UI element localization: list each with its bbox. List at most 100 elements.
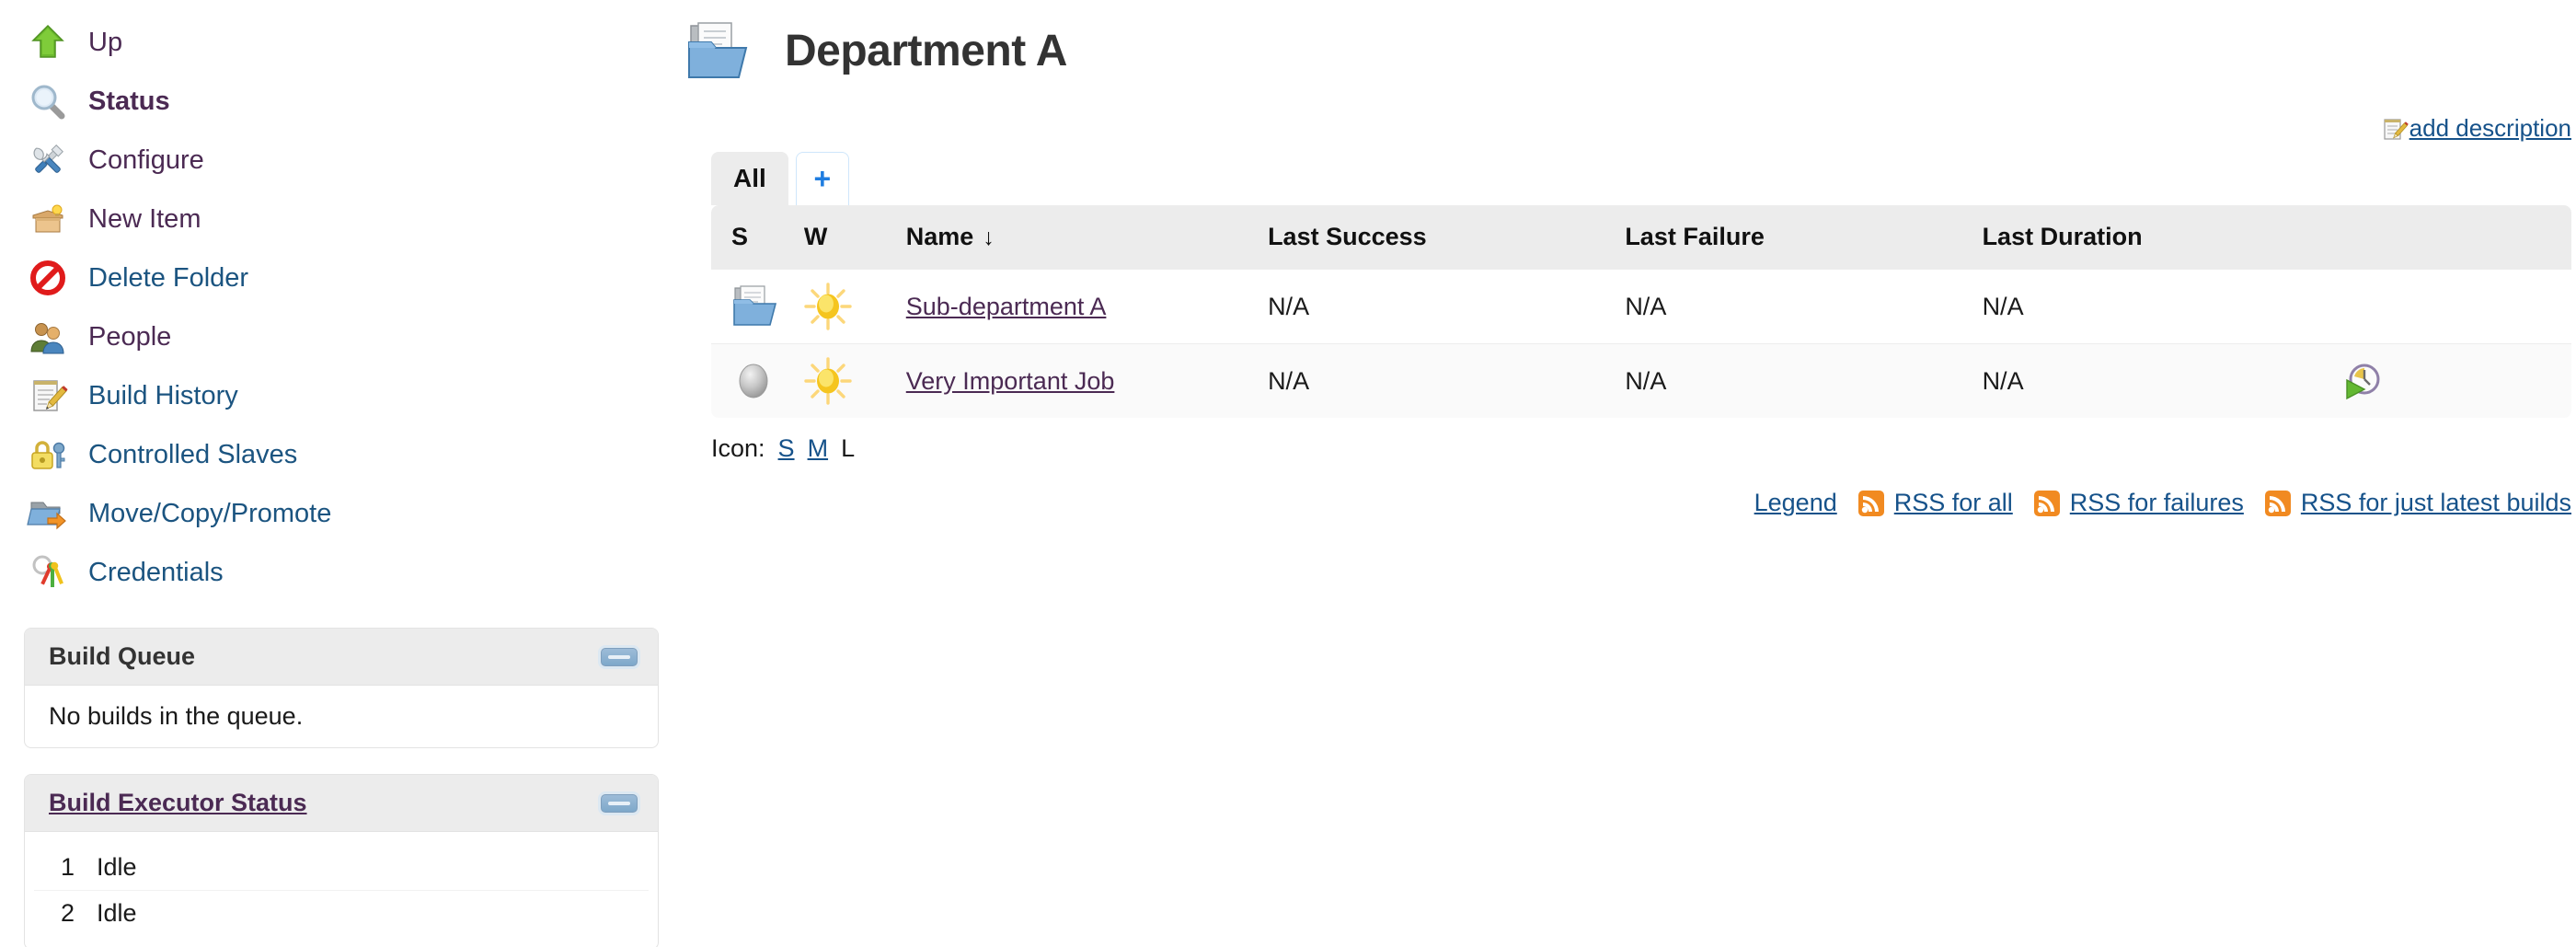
- sidebar-item-label: Credentials: [88, 557, 224, 587]
- cell-last-success: N/A: [1268, 343, 1626, 418]
- column-header-actions: [2339, 205, 2571, 270]
- sidebar-item-build-history[interactable]: Build History: [0, 366, 685, 425]
- lock-key-icon: [28, 434, 68, 475]
- icon-size-label: Icon:: [711, 434, 765, 462]
- cell-status: [711, 269, 804, 344]
- rss-for-failures-link[interactable]: RSS for failures: [2070, 489, 2244, 517]
- tab-add-view[interactable]: +: [795, 152, 849, 205]
- cell-last-duration: N/A: [1982, 269, 2340, 344]
- notepad-pencil-icon: [28, 375, 68, 416]
- add-description-link[interactable]: add description: [2382, 114, 2571, 143]
- sidebar-item-controlled-slaves[interactable]: Controlled Slaves: [0, 425, 685, 484]
- schedule-build-icon[interactable]: [2340, 358, 2571, 404]
- sidebar-item-credentials[interactable]: Credentials: [0, 543, 685, 602]
- jobs-table-container: S W Name ↓ Last Success Last Failure Last…: [685, 205, 2576, 418]
- sidebar-item-label: Move/Copy/Promote: [88, 498, 332, 528]
- footer-links: Legend RSS for all RSS for failures RSS …: [685, 472, 2576, 517]
- sidebar-item-move-copy-promote[interactable]: Move/Copy/Promote: [0, 484, 685, 543]
- rss-icon: [2264, 490, 2292, 517]
- sidebar-item-configure[interactable]: Configure: [0, 131, 685, 190]
- rss-for-all-link[interactable]: RSS for all: [1894, 489, 2013, 517]
- column-header-last-success[interactable]: Last Success: [1268, 205, 1626, 270]
- rss-icon: [2033, 490, 2061, 517]
- column-header-last-failure[interactable]: Last Failure: [1625, 205, 1983, 270]
- cell-last-failure: N/A: [1625, 269, 1983, 344]
- executor-status: Idle: [97, 853, 137, 881]
- column-header-last-duration[interactable]: Last Duration: [1982, 205, 2340, 270]
- rss-for-all-item: RSS for all: [1857, 489, 2013, 517]
- sidebar-item-status[interactable]: Status: [0, 72, 685, 131]
- notepad-pencil-icon: [2382, 116, 2409, 142]
- folder-arrow-icon: [27, 493, 68, 534]
- page-title: Department A: [785, 26, 1067, 75]
- sidebar-item-label: Controlled Slaves: [88, 439, 298, 469]
- collapse-minus-icon[interactable]: [601, 647, 638, 666]
- job-name-link[interactable]: Very Important Job: [906, 367, 1115, 395]
- tab-add-label: +: [813, 162, 832, 195]
- rss-for-latest-builds-item: RSS for just latest builds: [2264, 489, 2571, 517]
- column-header-weather[interactable]: W: [803, 205, 906, 270]
- column-header-name[interactable]: Name ↓: [905, 205, 1269, 270]
- sidebar-item-new-item[interactable]: New Item: [0, 190, 685, 248]
- sidebar-item-label: Build History: [88, 380, 238, 410]
- column-header-name-label: Name: [905, 223, 974, 250]
- sunny-icon: [804, 283, 906, 330]
- executor-row: 2 Idle: [34, 890, 649, 936]
- build-queue-header: Build Queue: [25, 629, 658, 686]
- job-name-link[interactable]: Sub-department A: [906, 293, 1107, 320]
- sidebar-item-label: Status: [88, 86, 170, 116]
- cell-status: [711, 343, 804, 418]
- cell-name: Very Important Job: [905, 343, 1269, 418]
- build-executor-list: 1 Idle 2 Idle: [25, 832, 658, 947]
- column-header-status[interactable]: S: [711, 205, 804, 270]
- cell-weather: [803, 269, 906, 344]
- view-tabs: All +: [685, 152, 2576, 205]
- executor-row: 1 Idle: [34, 845, 649, 890]
- sunny-icon: [804, 357, 906, 405]
- sidebar-item-delete-folder[interactable]: Delete Folder: [0, 248, 685, 307]
- table-row: Sub-department A N/A N/A N/A: [711, 269, 2571, 344]
- keyring-icon: [28, 552, 68, 593]
- jobs-table-body: Sub-department A N/A N/A N/A Very Import…: [711, 269, 2571, 418]
- executor-status: Idle: [97, 899, 137, 927]
- up-arrow-icon: [28, 22, 68, 63]
- jenkins-folder-page: Up Status Configure New Item Delete Fold…: [0, 0, 2576, 947]
- sidebar-item-label: Delete Folder: [88, 262, 249, 293]
- jobs-table-head: S W Name ↓ Last Success Last Failure Last…: [711, 205, 2571, 270]
- grey-ball-icon: [731, 359, 804, 403]
- tab-all[interactable]: All: [711, 152, 788, 205]
- build-queue-body: No builds in the queue.: [25, 686, 658, 747]
- people-icon: [28, 317, 68, 357]
- build-queue-panel: Build Queue No builds in the queue.: [24, 628, 659, 748]
- sidebar-item-label: New Item: [88, 203, 201, 234]
- icon-size-large: L: [841, 434, 856, 462]
- sort-descending-icon: ↓: [983, 225, 995, 250]
- sidebar-item-people[interactable]: People: [0, 307, 685, 366]
- cell-last-success: N/A: [1268, 269, 1626, 344]
- sidebar-task-list: Up Status Configure New Item Delete Fold…: [0, 0, 685, 602]
- table-row: Very Important Job N/A N/A N/A: [711, 343, 2571, 418]
- collapse-minus-icon[interactable]: [601, 793, 638, 813]
- tab-all-label: All: [733, 164, 766, 192]
- executor-number: 2: [60, 899, 75, 927]
- icon-size-small[interactable]: S: [778, 434, 795, 462]
- rss-for-latest-builds-link[interactable]: RSS for just latest builds: [2301, 489, 2571, 517]
- sidebar-item-label: Configure: [88, 144, 204, 175]
- folder-documents-icon: [685, 20, 755, 81]
- new-item-box-icon: [28, 199, 68, 239]
- folder-blue-icon: [731, 284, 804, 329]
- legend-link[interactable]: Legend: [1754, 489, 1837, 517]
- build-executor-status-panel: Build Executor Status 1 Idle 2 Idle: [24, 774, 659, 947]
- icon-size-medium[interactable]: M: [808, 434, 829, 462]
- cell-actions: [2339, 269, 2571, 344]
- cell-actions: [2339, 343, 2571, 418]
- sidebar-item-label: People: [88, 321, 172, 352]
- build-executor-status-title[interactable]: Build Executor Status: [49, 789, 307, 817]
- sidebar-item-label: Up: [88, 27, 123, 57]
- rss-icon: [1857, 490, 1885, 517]
- executor-number: 1: [60, 853, 75, 881]
- add-description-row: add description: [685, 114, 2576, 143]
- wrench-screwdriver-icon: [28, 140, 68, 180]
- sidebar-item-up[interactable]: Up: [0, 13, 685, 72]
- cell-last-failure: N/A: [1625, 343, 1983, 418]
